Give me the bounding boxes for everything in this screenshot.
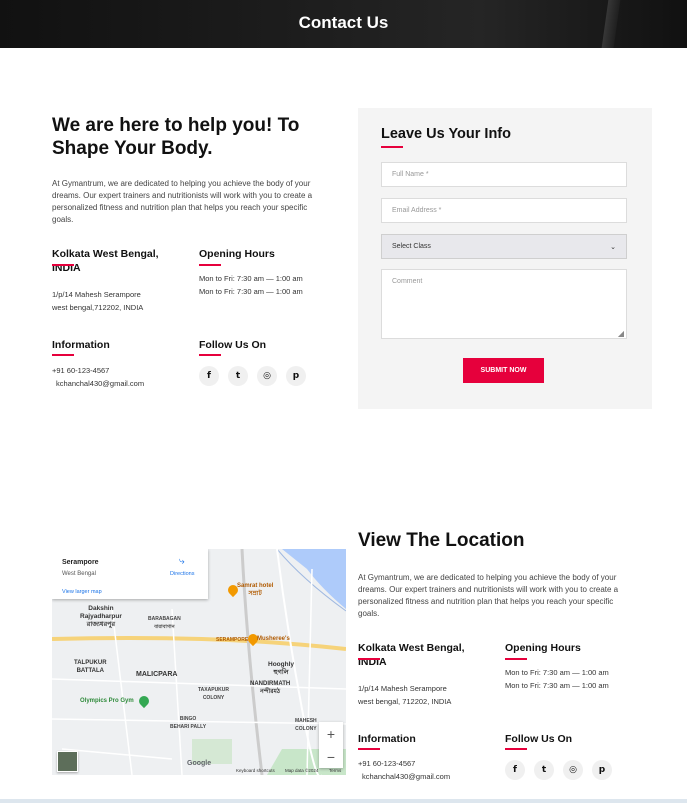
- location-map[interactable]: Serampore West Bengal ⤷ Directions View …: [52, 549, 346, 775]
- map-data-label: Map data ©2024: [285, 768, 319, 773]
- map-label-malicpara: MALICPARA: [136, 671, 178, 678]
- location-follow-title: Follow Us On: [505, 733, 573, 745]
- contact-info: +91 60-123-4567 kchanchal430@gmail.com: [52, 364, 144, 390]
- location-address-title-line1: Kolkata West Bengal,: [358, 642, 465, 654]
- page-bottom-border: [0, 799, 687, 803]
- location-hours-line1: Mon to Fri: 7:30 am — 1:00 am: [505, 668, 609, 677]
- comment-field[interactable]: Comment ◢: [381, 269, 627, 339]
- zoom-out-button[interactable]: −: [319, 745, 343, 768]
- address-text: 1/p/14 Mahesh Serampore west bengal,7122…: [52, 288, 143, 314]
- map-label-bingo: BINGO BEHARI PALLY: [170, 716, 207, 730]
- location-phone-number: +91 60-123-4567: [358, 759, 416, 768]
- map-satellite-toggle[interactable]: [57, 751, 78, 772]
- full-name-field[interactable]: Full Name *: [381, 162, 627, 187]
- location-hours-title: Opening Hours: [505, 642, 581, 654]
- pinterest-icon[interactable]: p: [592, 760, 612, 780]
- hours-line1: Mon to Fri: 7:30 am — 1:00 am: [199, 274, 303, 283]
- location-heading: View The Location: [358, 530, 525, 551]
- comment-placeholder: Comment: [392, 278, 423, 285]
- google-logo: Google: [187, 760, 212, 767]
- map-label-talpukur: TALPUKUR BATTALA: [74, 660, 107, 674]
- instagram-icon[interactable]: ◎: [563, 760, 583, 780]
- location-hours-underline: [505, 658, 527, 660]
- location-paragraph: At Gymantrum, we are dedicated to helpin…: [358, 573, 619, 618]
- map-label-samrat[interactable]: Samrat hotel সম্রাট: [237, 582, 273, 598]
- class-select[interactable]: Select Class ⌄: [381, 234, 627, 259]
- twitter-icon[interactable]: t: [228, 366, 248, 386]
- phone-number: +91 60-123-4567: [52, 366, 110, 375]
- facebook-icon[interactable]: f: [199, 366, 219, 386]
- information-title: Information: [52, 339, 110, 351]
- location-hours-text: Mon to Fri: 7:30 am — 1:00 am Mon to Fri…: [505, 666, 609, 692]
- hours-title: Opening Hours: [199, 248, 275, 260]
- social-links: f t ◎ p: [199, 366, 306, 386]
- class-select-value: Select Class: [392, 243, 431, 250]
- intro-heading: We are here to help you! To Shape Your B…: [52, 115, 299, 161]
- map-label-nandirmath: NANDIRMATH নন্দীরমঠ: [250, 681, 291, 695]
- directions-icon[interactable]: ⤷: [179, 557, 189, 567]
- address-underline: [52, 264, 74, 266]
- zoom-in-button[interactable]: +: [319, 722, 343, 745]
- location-address-line1: 1/p/14 Mahesh Serampore: [358, 684, 447, 693]
- pinterest-icon[interactable]: p: [286, 366, 306, 386]
- intro-paragraph: At Gymantrum, we are dedicated to helpin…: [52, 179, 313, 224]
- location-hours-line2: Mon to Fri: 7:30 am — 1:00 am: [505, 681, 609, 690]
- location-address-line2: west bengal, 712202, INDIA: [358, 697, 452, 706]
- follow-underline: [199, 354, 221, 356]
- intro-heading-line1: We are here to help you! To: [52, 115, 300, 136]
- address-title-line1: Kolkata West Bengal,: [52, 248, 159, 260]
- hours-text: Mon to Fri: 7:30 am — 1:00 am Mon to Fri…: [199, 272, 303, 298]
- follow-title: Follow Us On: [199, 339, 267, 351]
- email-address[interactable]: kchanchal430@gmail.com: [52, 377, 144, 390]
- form-title-underline: [381, 146, 403, 148]
- address-line1: 1/p/14 Mahesh Serampore: [52, 290, 141, 299]
- location-information-title: Information: [358, 733, 416, 745]
- location-social-links: f t ◎ p: [505, 760, 612, 780]
- location-contact-info: +91 60-123-4567 kchanchal430@gmail.com: [358, 757, 450, 783]
- information-underline: [52, 354, 74, 356]
- map-label-taxapukur: TAXAPUKUR COLONY: [198, 687, 230, 701]
- directions-link[interactable]: Directions: [170, 571, 194, 577]
- facebook-icon[interactable]: f: [505, 760, 525, 780]
- hero-banner: Contact Us: [0, 0, 687, 48]
- email-field[interactable]: Email Address *: [381, 198, 627, 223]
- map-label-olympics[interactable]: Olympics Pro Gym: [80, 697, 134, 705]
- instagram-icon[interactable]: ◎: [257, 366, 277, 386]
- terms-link[interactable]: Terms: [329, 768, 341, 773]
- chevron-down-icon: ⌄: [610, 243, 616, 251]
- location-address-underline: [358, 658, 380, 660]
- intro-heading-line2: Shape Your Body.: [52, 137, 213, 159]
- map-place-region: West Bengal: [62, 571, 96, 577]
- map-place-card: Serampore West Bengal ⤷ Directions View …: [52, 549, 208, 599]
- location-information-underline: [358, 748, 380, 750]
- map-label-mahesh: MAHESH COLONY: [295, 718, 317, 732]
- map-label-dakshin: Dakshin Rajyadharpur রাজ্যধরপুর: [80, 605, 122, 628]
- map-label-serampore: SERAMPORE: [216, 637, 249, 643]
- location-email-address[interactable]: kchanchal430@gmail.com: [358, 770, 450, 783]
- location-follow-underline: [505, 748, 527, 750]
- location-address-title: Kolkata West Bengal, INDIA: [358, 641, 465, 669]
- resize-handle-icon[interactable]: ◢: [618, 329, 624, 338]
- page-title: Contact Us: [298, 13, 389, 32]
- address-title: Kolkata West Bengal, INDIA: [52, 247, 159, 275]
- map-label-hooghly: Hooghly হুগলি: [268, 661, 294, 676]
- map-label-baragagan: BARABAGAN বারাবাগান: [148, 616, 181, 630]
- address-line2: west bengal,712202, INDIA: [52, 303, 144, 312]
- map-place-name: Serampore: [62, 559, 99, 566]
- hours-underline: [199, 264, 221, 266]
- location-address-text: 1/p/14 Mahesh Serampore west bengal, 712…: [358, 682, 451, 708]
- hours-line2: Mon to Fri: 7:30 am — 1:00 am: [199, 287, 303, 296]
- form-title: Leave Us Your Info: [381, 126, 511, 142]
- submit-button[interactable]: SUBMIT NOW: [463, 358, 544, 383]
- view-larger-map-link[interactable]: View larger map: [62, 589, 102, 595]
- map-label-musheree[interactable]: Musheree's: [257, 635, 290, 643]
- twitter-icon[interactable]: t: [534, 760, 554, 780]
- keyboard-shortcuts-link[interactable]: Keyboard shortcuts: [236, 768, 275, 773]
- map-zoom-control: + −: [319, 722, 343, 768]
